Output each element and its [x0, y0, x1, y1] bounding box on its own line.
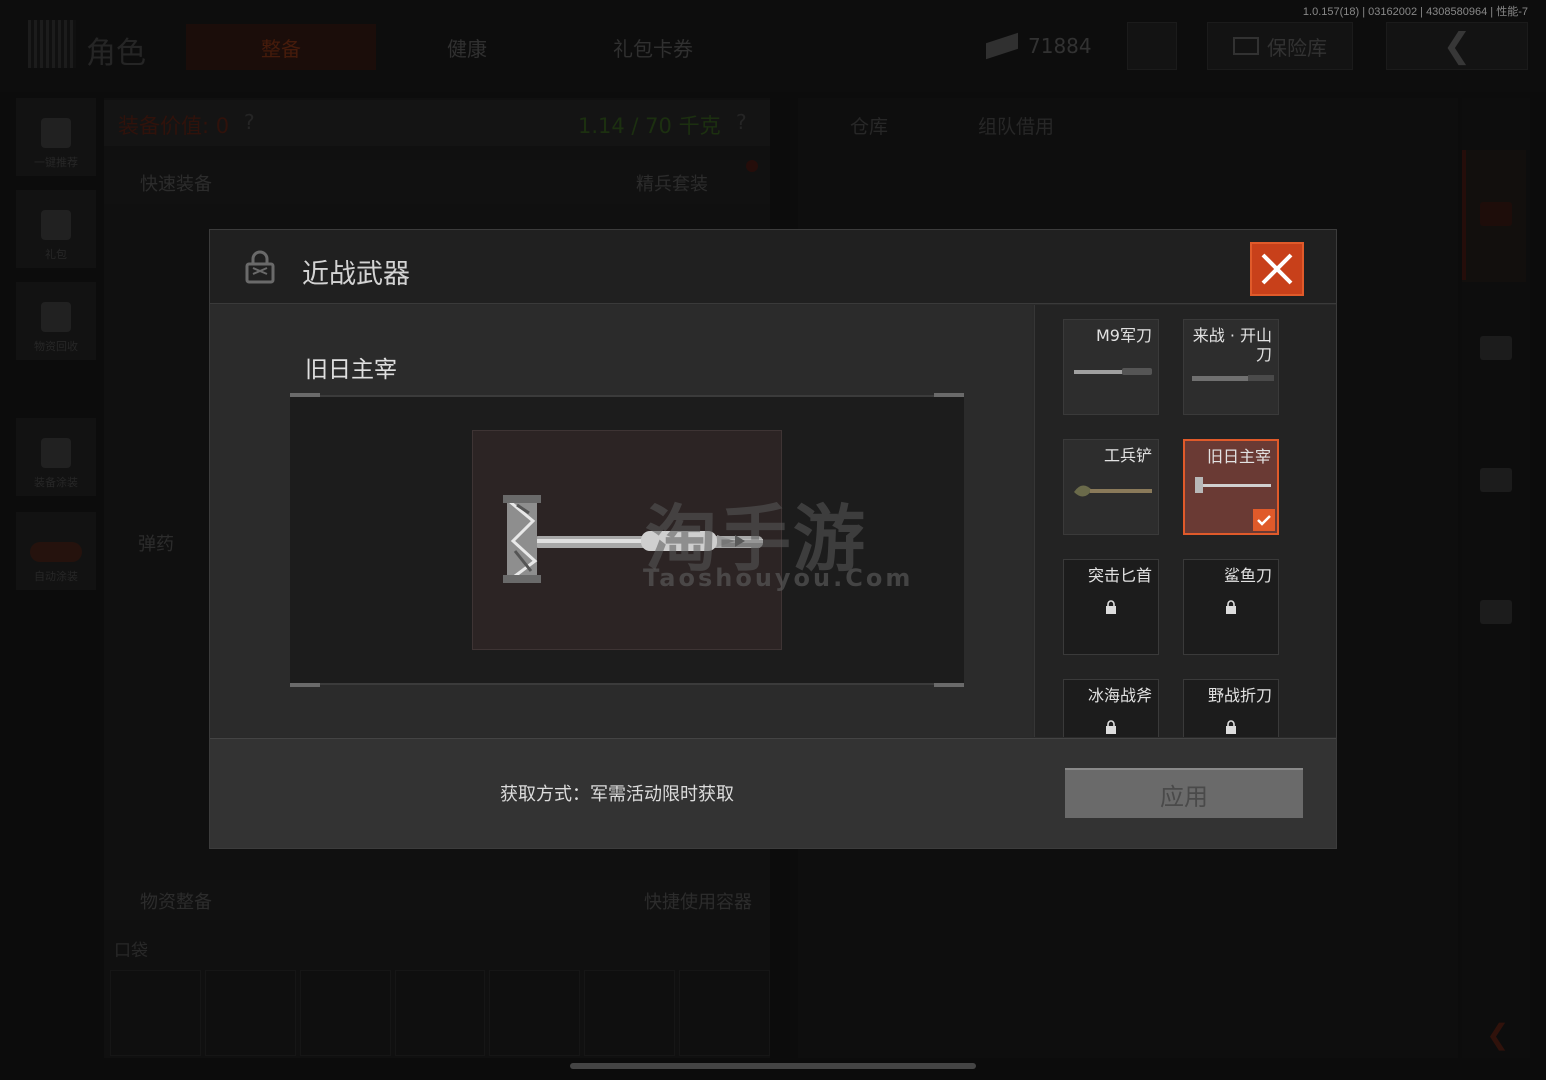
- machete-image: [1192, 375, 1274, 381]
- obtain-method: 获取方式：军需活动限时获取: [500, 784, 734, 805]
- game-screen: 1.0.157(18) | 03162002 | 4308580964 | 性能…: [0, 0, 1546, 1080]
- warhammer-thumb: [1195, 477, 1271, 493]
- weapon-card-label: 工兵铲: [1103, 446, 1152, 465]
- weapon-card[interactable]: 工兵铲: [1063, 439, 1159, 535]
- lock-icon: [245, 250, 275, 284]
- weapon-card-label: 来战 · 开山刀: [1192, 326, 1272, 364]
- watermark-sub: Taoshouyou.Com: [643, 564, 914, 592]
- weapon-card-locked[interactable]: 鲨鱼刀: [1183, 559, 1279, 655]
- weapon-card-label: 突击匕首: [1087, 566, 1152, 585]
- close-button[interactable]: [1250, 242, 1304, 296]
- check-icon: [1253, 509, 1275, 531]
- apply-button[interactable]: 应用: [1065, 768, 1303, 818]
- weapon-name: 旧日主宰: [305, 357, 397, 383]
- melee-weapon-modal: 近战武器 旧日主宰 淘手游 Taoshouyou.Com M9军刀 来战 · 开…: [210, 230, 1336, 848]
- weapon-card-locked[interactable]: 突击匕首: [1063, 559, 1159, 655]
- lock-icon: [1106, 720, 1116, 734]
- close-icon: [1261, 253, 1293, 285]
- lock-icon: [1226, 600, 1236, 614]
- knife-image: [1074, 368, 1152, 375]
- weapon-card-label: 鲨鱼刀: [1223, 566, 1272, 585]
- weapon-card-selected[interactable]: 旧日主宰: [1183, 439, 1279, 535]
- shovel-image: [1074, 485, 1152, 497]
- modal-title: 近战武器: [302, 259, 410, 290]
- weapon-list: M9军刀 来战 · 开山刀 工兵铲 旧日主宰 突击匕首 鲨鱼刀 冰海战斧 野战折…: [1034, 305, 1336, 737]
- weapon-card-label: 野战折刀: [1207, 686, 1272, 705]
- lock-icon: [1106, 600, 1116, 614]
- weapon-card-locked[interactable]: 野战折刀: [1183, 679, 1279, 737]
- lock-icon: [1226, 720, 1236, 734]
- weapon-card[interactable]: M9军刀: [1063, 319, 1159, 415]
- weapon-card-label: M9军刀: [1096, 326, 1152, 345]
- weapon-card-label: 旧日主宰: [1206, 447, 1271, 466]
- weapon-card-label: 冰海战斧: [1087, 686, 1152, 705]
- weapon-card[interactable]: 来战 · 开山刀: [1183, 319, 1279, 415]
- weapon-card-locked[interactable]: 冰海战斧: [1063, 679, 1159, 737]
